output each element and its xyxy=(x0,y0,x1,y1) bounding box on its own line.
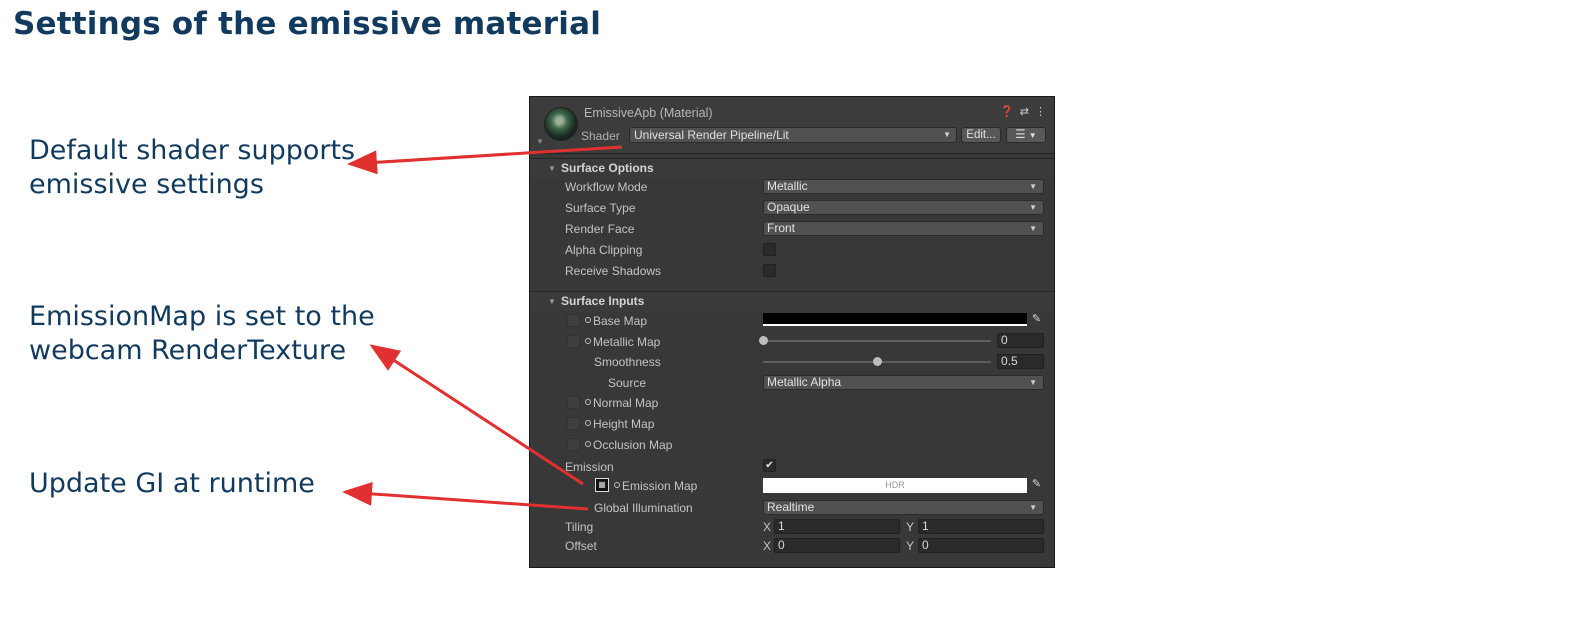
render-face-value: Front xyxy=(767,221,796,235)
base-map-texture-slot[interactable] xyxy=(567,314,580,327)
object-picker-icon[interactable] xyxy=(585,420,591,426)
tiling-x-label: X xyxy=(763,520,772,534)
base-map-label: Base Map xyxy=(593,314,648,328)
shader-dropdown[interactable]: Universal Render Pipeline/Lit ▼ xyxy=(629,127,957,143)
callout-line: Update GI at runtime xyxy=(29,468,315,499)
global-illumination-label: Global Illumination xyxy=(594,501,693,515)
height-map-texture-slot[interactable] xyxy=(567,417,580,430)
callout-line: emissive settings xyxy=(29,169,264,200)
chevron-down-icon: ▼ xyxy=(1029,224,1037,233)
section-title: Surface Inputs xyxy=(561,294,645,308)
section-surface-options[interactable]: ▼ Surface Options xyxy=(530,158,1054,179)
height-map-label: Height Map xyxy=(593,417,655,431)
section-surface-inputs[interactable]: ▼ Surface Inputs xyxy=(530,291,1054,312)
receive-shadows-checkbox[interactable] xyxy=(763,264,776,277)
source-label: Source xyxy=(608,376,647,390)
check-icon: ✔ xyxy=(765,460,774,471)
metallic-slider-track[interactable] xyxy=(763,340,991,342)
object-picker-icon[interactable] xyxy=(585,317,591,323)
emission-map-texture-slot[interactable]: ▦ xyxy=(595,478,609,492)
occlusion-map-label: Occlusion Map xyxy=(593,438,673,452)
metallic-value-field[interactable]: 0 xyxy=(997,333,1044,348)
chevron-down-icon: ▼ xyxy=(1029,503,1037,512)
offset-x-label: X xyxy=(763,539,772,553)
material-title: EmissiveApb (Material) xyxy=(584,106,713,120)
object-picker-icon[interactable] xyxy=(585,441,591,447)
callout-line: webcam RenderTexture xyxy=(29,335,347,366)
render-face-dropdown[interactable]: Front ▼ xyxy=(763,221,1044,236)
alpha-clipping-label: Alpha Clipping xyxy=(565,243,643,257)
inspector-header: ▼ EmissiveApb (Material) ❓ ⇄ ⋮ Shader Un… xyxy=(530,97,1054,154)
callout-emission-map: EmissionMap is set to the webcam RenderT… xyxy=(29,300,375,368)
offset-x-field[interactable]: 0 xyxy=(774,538,900,553)
more-icon[interactable]: ⋮ xyxy=(1035,105,1046,118)
chevron-down-icon: ▼ xyxy=(943,130,951,139)
slide-title: Settings of the emissive material xyxy=(13,6,602,42)
eyedropper-icon[interactable]: ✎ xyxy=(1030,478,1043,491)
emission-label: Emission xyxy=(565,460,614,474)
tiling-y-label: Y xyxy=(906,520,915,534)
render-face-label: Render Face xyxy=(565,222,635,236)
alpha-clipping-checkbox[interactable] xyxy=(763,243,776,256)
surface-type-dropdown[interactable]: Opaque ▼ xyxy=(763,200,1044,215)
list-icon: ☰ xyxy=(1015,129,1026,141)
emission-color-field[interactable]: HDR xyxy=(763,478,1027,493)
callout-update-gi: Update GI at runtime xyxy=(29,467,315,501)
smoothness-slider-handle[interactable] xyxy=(873,357,882,366)
shader-label: Shader xyxy=(581,129,620,143)
fold-triangle-icon[interactable]: ▼ xyxy=(536,137,544,146)
base-map-color-field[interactable] xyxy=(763,313,1027,326)
metallic-slider-handle[interactable] xyxy=(759,336,768,345)
material-inspector: ▼ EmissiveApb (Material) ❓ ⇄ ⋮ Shader Un… xyxy=(529,96,1055,568)
smoothness-label: Smoothness xyxy=(594,355,661,369)
global-illumination-value: Realtime xyxy=(767,500,815,514)
fold-triangle-icon: ▼ xyxy=(548,297,556,306)
workflow-mode-dropdown[interactable]: Metallic ▼ xyxy=(763,179,1044,194)
section-title: Surface Options xyxy=(561,161,654,175)
workflow-mode-value: Metallic xyxy=(767,179,808,193)
receive-shadows-label: Receive Shadows xyxy=(565,264,662,278)
tiling-x-field[interactable]: 1 xyxy=(774,519,900,534)
material-preview-thumbnail[interactable] xyxy=(544,107,578,141)
shader-value: Universal Render Pipeline/Lit xyxy=(634,128,789,142)
smoothness-value-field[interactable]: 0.5 xyxy=(997,354,1044,369)
callout-default-shader: Default shader supports emissive setting… xyxy=(29,134,355,202)
preset-icon[interactable]: ⇄ xyxy=(1020,105,1029,118)
object-picker-icon[interactable] xyxy=(585,399,591,405)
global-illumination-dropdown[interactable]: Realtime ▼ xyxy=(763,500,1044,515)
offset-y-field[interactable]: 0 xyxy=(918,538,1044,553)
object-picker-icon[interactable] xyxy=(614,482,620,488)
emission-map-label: Emission Map xyxy=(622,479,698,493)
workflow-mode-label: Workflow Mode xyxy=(565,180,648,194)
chevron-down-icon: ▼ xyxy=(1029,378,1037,387)
offset-y-label: Y xyxy=(906,539,915,553)
surface-type-value: Opaque xyxy=(767,200,810,214)
tiling-label: Tiling xyxy=(565,520,594,534)
fold-triangle-icon: ▼ xyxy=(548,164,556,173)
normal-map-texture-slot[interactable] xyxy=(567,396,580,409)
help-icon[interactable]: ❓ xyxy=(1000,105,1014,118)
offset-label: Offset xyxy=(565,539,597,553)
source-dropdown[interactable]: Metallic Alpha ▼ xyxy=(763,375,1044,390)
occlusion-map-texture-slot[interactable] xyxy=(567,438,580,451)
eyedropper-icon[interactable]: ✎ xyxy=(1030,313,1043,326)
header-icons: ❓ ⇄ ⋮ xyxy=(1000,105,1046,118)
chevron-down-icon: ▼ xyxy=(1029,182,1037,191)
chevron-down-icon: ▼ xyxy=(1029,203,1037,212)
normal-map-label: Normal Map xyxy=(593,396,659,410)
edit-shader-button[interactable]: Edit... xyxy=(961,127,1001,143)
shader-menu-button[interactable]: ☰ ▼ xyxy=(1006,127,1046,143)
metallic-map-texture-slot[interactable] xyxy=(567,335,580,348)
object-picker-icon[interactable] xyxy=(585,338,591,344)
source-value: Metallic Alpha xyxy=(767,375,842,389)
surface-type-label: Surface Type xyxy=(565,201,636,215)
callout-line: EmissionMap is set to the xyxy=(29,301,375,332)
callout-line: Default shader supports xyxy=(29,135,356,166)
metallic-map-label: Metallic Map xyxy=(593,335,661,349)
emission-checkbox[interactable]: ✔ xyxy=(763,459,776,472)
chevron-down-icon: ▼ xyxy=(1028,131,1037,140)
tiling-y-field[interactable]: 1 xyxy=(918,519,1044,534)
